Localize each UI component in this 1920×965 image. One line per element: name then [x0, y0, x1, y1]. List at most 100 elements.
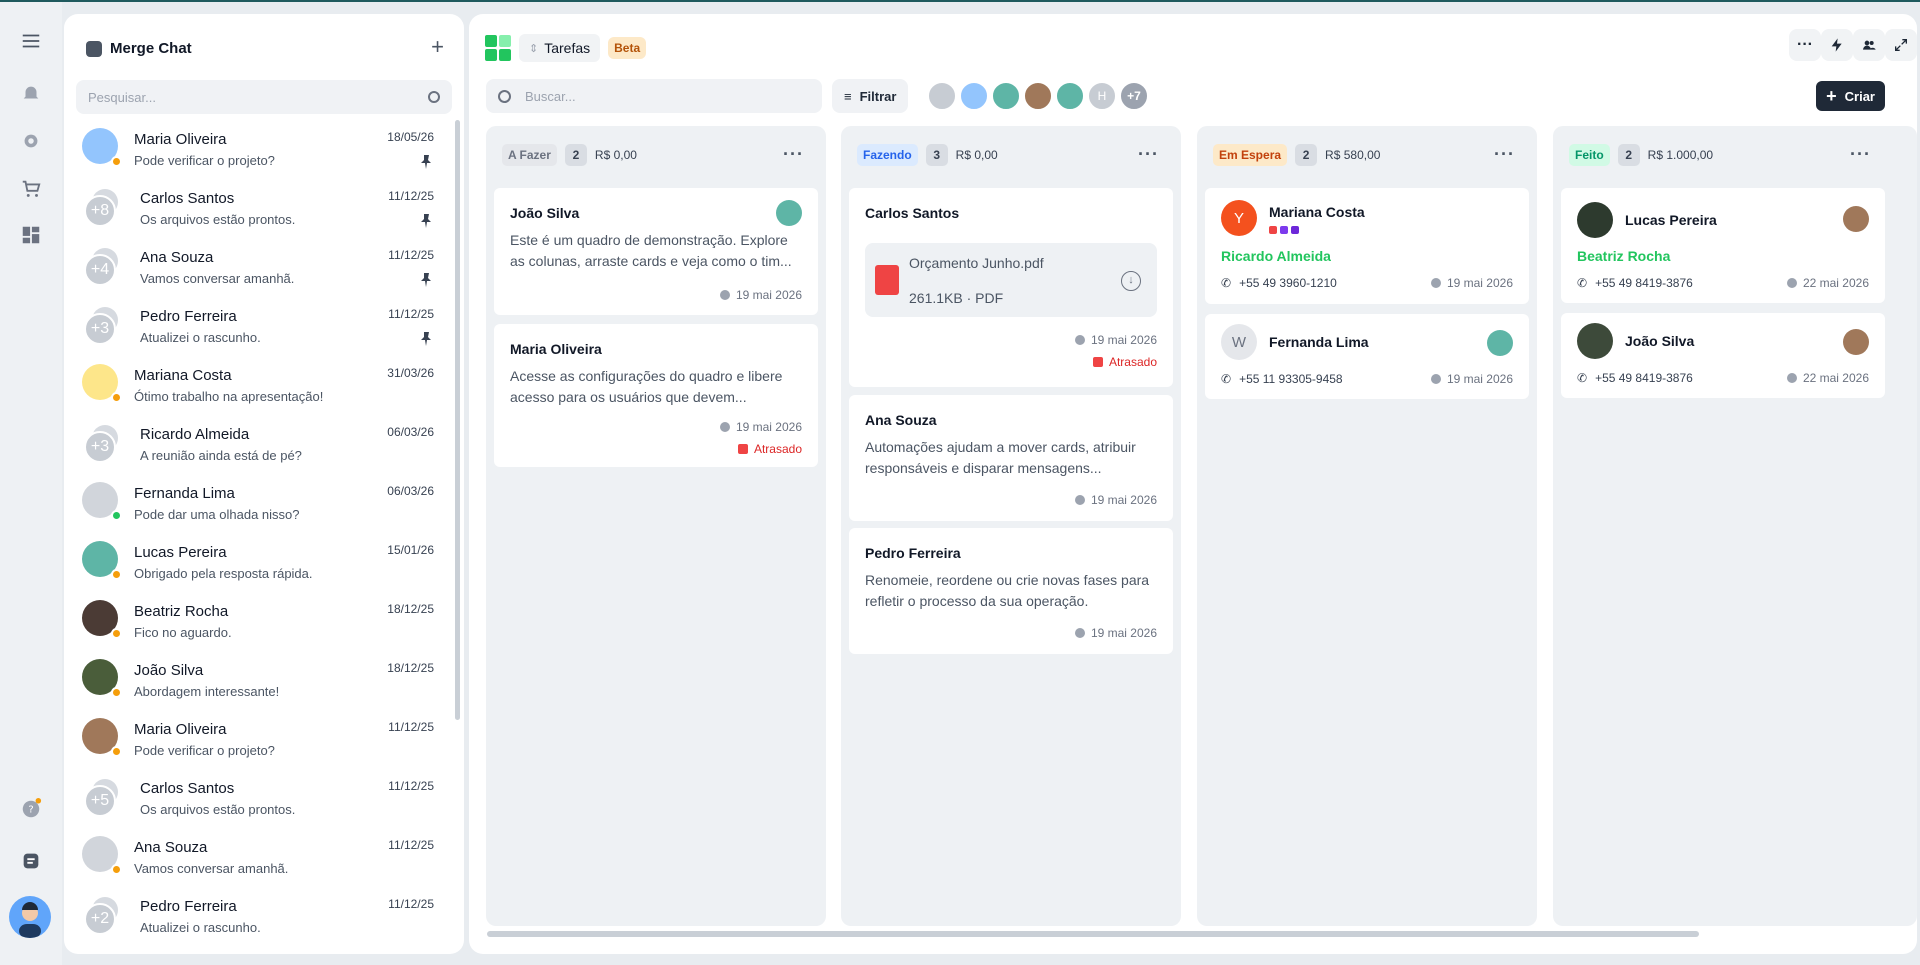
users-icon [1863, 40, 1876, 50]
automation-button[interactable] [1821, 29, 1853, 61]
file-attachment[interactable]: Orçamento Junho.pdf 261.1KB · PDF ↓ [865, 243, 1157, 317]
pin-icon[interactable] [418, 272, 434, 288]
task-card[interactable]: João Silva Este é um quadro de demonstra… [494, 188, 818, 315]
card-title: Ana Souza [865, 412, 937, 428]
card-phone-text: +55 11 93305-9458 [1239, 372, 1343, 386]
chat-date: 11/12/25 [388, 779, 434, 793]
pin-icon[interactable] [418, 331, 434, 347]
task-card[interactable]: Y Mariana Costa Ricardo Almeida ✆ +55 49 … [1205, 188, 1529, 304]
late-text: Atrasado [1108, 355, 1157, 369]
member-avatars[interactable]: H +7 [927, 81, 1151, 111]
column-doing[interactable]: Fazendo 3 R$ 0,00 ··· Carlos Santos Orça… [841, 126, 1181, 926]
menu-icon[interactable] [16, 26, 46, 56]
column-todo[interactable]: A Fazer 2 R$ 0,00 ··· João Silva Este é … [486, 126, 826, 926]
chat-list-scrollbar[interactable] [455, 120, 460, 720]
chat-list-item[interactable]: Beatriz Rocha Fico no aguardo. 18/12/25 [64, 592, 456, 651]
more-options-button[interactable]: ··· [1789, 29, 1821, 61]
members-button[interactable] [1853, 29, 1885, 61]
card-phone-text: +55 49 8419-3876 [1595, 276, 1693, 290]
chat-name: Fernanda Lima [134, 485, 235, 502]
column-header: Fazendo 3 R$ 0,00 [857, 144, 998, 166]
chat-preview: Os arquivos estão prontos. [140, 802, 296, 817]
chat-date: 31/03/26 [387, 366, 434, 380]
avatar: H [1087, 81, 1117, 111]
chat-list-item[interactable]: +3 Pedro Ferreira Atualizei o rascunho. 11/… [64, 297, 456, 356]
task-card[interactable]: João Silva ✆ +55 49 8419-3876 22 mai 2026 [1561, 313, 1885, 398]
column-done[interactable]: Feito 2 R$ 1.000,00 ··· Lucas Pereira Be… [1553, 126, 1917, 926]
column-count: 2 [1617, 144, 1640, 166]
chat-panel: Merge Chat + Pesquisar... Maria Oliveira… [64, 14, 464, 954]
bell-icon[interactable] [16, 78, 46, 108]
task-card[interactable]: W Fernanda Lima ✆ +55 11 93305-9458 19 ma… [1205, 314, 1529, 399]
chat-list-item[interactable]: Ana Souza Vamos conversar amanhã. 11/12/25 [64, 828, 456, 887]
chat-date: 15/01/26 [387, 543, 434, 557]
stack-icon[interactable] [16, 846, 46, 876]
chat-list-item[interactable]: +2 Pedro Ferreira Atualizei o rascunho. 11/… [64, 887, 456, 946]
pin-icon[interactable] [418, 154, 434, 170]
chat-preview: Vamos conversar amanhã. [140, 271, 295, 286]
pin-icon[interactable] [418, 213, 434, 229]
card-subtitle: Beatriz Rocha [1577, 248, 1671, 264]
group-avatar: +3 [84, 425, 120, 463]
filter-label: Filtrar [859, 88, 897, 104]
card-phone: ✆ +55 11 93305-9458 [1221, 372, 1343, 386]
chat-panel-title: Merge Chat [110, 40, 192, 57]
task-card[interactable]: Maria Oliveira Acesse as configurações d… [494, 324, 818, 467]
card-date-text: 19 mai 2026 [1090, 493, 1157, 507]
chat-preview: Pode dar uma olhada nisso? [134, 507, 300, 522]
fullscreen-button[interactable] [1885, 29, 1917, 61]
board-selector[interactable]: ⇕ Tarefas [519, 34, 601, 62]
column-menu-button[interactable]: ··· [1138, 144, 1159, 165]
board-logo-icon [485, 35, 511, 61]
column-menu-button[interactable]: ··· [783, 144, 804, 165]
group-avatar: +2 [84, 897, 120, 935]
chat-list-item[interactable]: João Silva Abordagem interessante! 18/12/2… [64, 651, 456, 710]
chat-date: 18/12/25 [387, 602, 434, 616]
phone-icon: ✆ [1221, 372, 1232, 386]
chat-list-item[interactable]: +4 Ana Souza Vamos conversar amanhã. 11/12/… [64, 238, 456, 297]
chat-bubble-icon [86, 40, 102, 57]
create-button[interactable]: + Criar [1816, 81, 1885, 111]
column-waiting[interactable]: Em Espera 2 R$ 580,00 ··· Y Mariana Cost… [1197, 126, 1537, 926]
card-description: Renomeie, reordene ou crie novas fases p… [865, 572, 1150, 609]
board-search-input[interactable]: Buscar... [486, 79, 822, 113]
task-card[interactable]: Ana Souza Automações ajudam a mover card… [849, 395, 1173, 521]
column-header: Em Espera 2 R$ 580,00 [1213, 144, 1380, 166]
chat-name: Lucas Pereira [134, 544, 227, 561]
task-card[interactable]: Carlos Santos Orçamento Junho.pdf 261.1K… [849, 188, 1173, 387]
chat-list-item[interactable]: Maria Oliveira Pode verificar o projeto? 1… [64, 710, 456, 769]
late-badge: Atrasado [737, 442, 802, 456]
column-menu-button[interactable]: ··· [1850, 144, 1871, 165]
column-count: 3 [925, 144, 948, 166]
dashboard-icon[interactable] [16, 220, 46, 250]
top-accent-line [0, 0, 1920, 2]
chat-list-item[interactable]: Lucas Pereira Obrigado pela resposta rápi… [64, 533, 456, 592]
chat-preview: Fico no aguardo. [134, 625, 232, 640]
chat-search-input[interactable]: Pesquisar... [76, 80, 452, 114]
chat-list-item[interactable]: +8 Carlos Santos Os arquivos estão prontos… [64, 179, 456, 238]
board-header: ⇕ Tarefas Beta [485, 34, 647, 62]
card-date: 19 mai 2026 [719, 288, 802, 302]
chat-list-item[interactable]: Maria Oliveira Pode verificar o projeto? 1… [64, 120, 456, 179]
download-icon[interactable]: ↓ [1121, 271, 1141, 291]
card-description: Automações ajudam a mover cards, atribui… [865, 439, 1136, 476]
new-chat-button[interactable]: + [431, 36, 444, 58]
chat-list-item[interactable]: Mariana Costa Ótimo trabalho na apresenta… [64, 356, 456, 415]
chat-list-item[interactable]: Fernanda Lima Pode dar uma olhada nisso? 0… [64, 474, 456, 533]
chat-list-item[interactable]: +3 Ricardo Almeida A reunião ainda está de… [64, 415, 456, 474]
board-horizontal-scrollbar[interactable] [487, 931, 1699, 937]
group-avatar: +3 [84, 307, 120, 345]
group-count: +5 [84, 785, 116, 817]
help-icon[interactable]: ? [16, 794, 46, 824]
user-avatar[interactable] [9, 896, 51, 938]
filter-button[interactable]: ≡ Filtrar [832, 79, 909, 113]
column-menu-button[interactable]: ··· [1494, 144, 1515, 165]
chat-name: Ana Souza [140, 249, 214, 266]
clock-icon [1074, 495, 1085, 505]
gear-icon[interactable] [16, 126, 46, 156]
cart-icon[interactable] [16, 174, 46, 204]
task-card[interactable]: Pedro Ferreira Renomeie, reordene ou cri… [849, 528, 1173, 654]
task-card[interactable]: Lucas Pereira Beatriz Rocha ✆ +55 49 8419… [1561, 188, 1885, 303]
chat-list-item[interactable]: +5 Carlos Santos Os arquivos estão prontos… [64, 769, 456, 828]
chat-name: Ana Souza [134, 839, 208, 856]
